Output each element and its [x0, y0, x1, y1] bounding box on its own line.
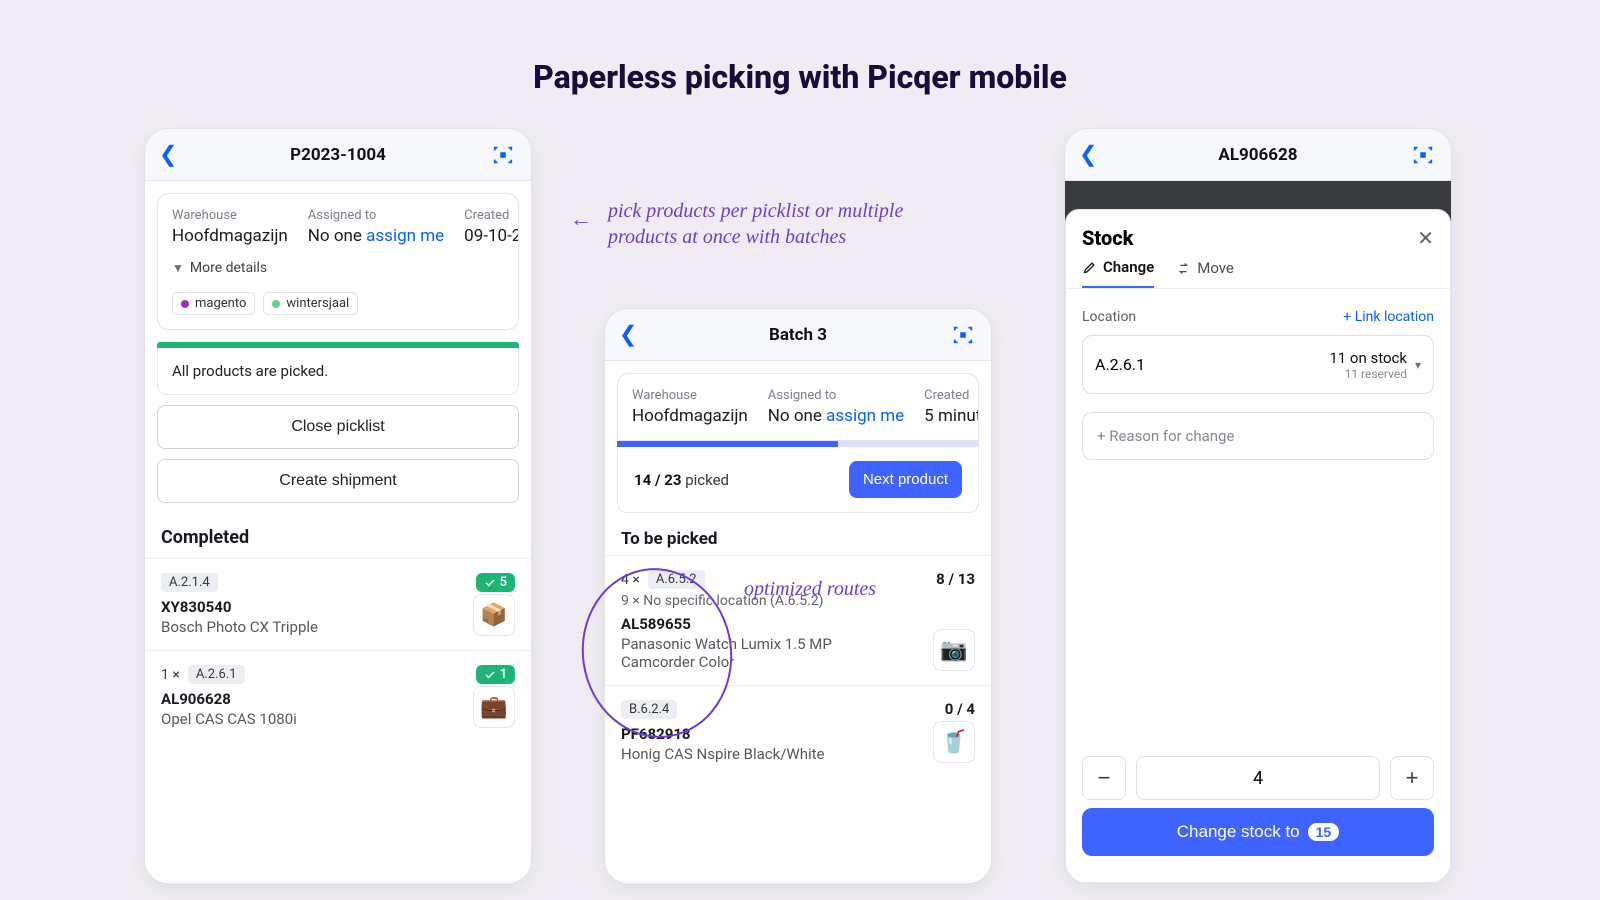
- meta-card: Warehouse Hoofdmagazijn Assigned to No o…: [617, 373, 979, 441]
- created-value: 09-10-2: [464, 226, 519, 246]
- reason-input[interactable]: + Reason for change: [1082, 412, 1434, 460]
- sku: AL589655: [621, 615, 975, 633]
- location-select[interactable]: A.2.6.1 11 on stock 11 reserved ▾: [1082, 335, 1434, 394]
- warehouse-label: Warehouse: [632, 388, 748, 403]
- create-shipment-button[interactable]: Create shipment: [157, 459, 519, 503]
- product-name: Panasonic Watch Lumix 1.5 MP Camcorder C…: [621, 635, 901, 671]
- phone-stock: ❮ AL906628 Stock ✕ Change Move: [1064, 128, 1452, 884]
- product-name: Honig CAS Nspire Black/White: [621, 745, 901, 763]
- location-value: A.2.6.1: [1095, 355, 1145, 374]
- change-stock-button[interactable]: Change stock to 15: [1082, 808, 1434, 856]
- created-label: Created: [924, 388, 979, 403]
- stepper-value[interactable]: 4: [1136, 756, 1380, 800]
- annotation-routes: optimized routes: [744, 576, 964, 602]
- location-chip: A.6.5.2: [648, 570, 705, 589]
- warehouse-value: Hoofdmagazijn: [632, 406, 748, 426]
- sku: XY830540: [161, 598, 515, 616]
- back-button[interactable]: ❮: [159, 142, 177, 167]
- link-location-button[interactable]: + Link location: [1343, 309, 1434, 325]
- annotation-batches: pick products per picklist or multiple p…: [608, 198, 948, 250]
- back-button[interactable]: ❮: [619, 322, 637, 347]
- tab-move[interactable]: Move: [1176, 258, 1234, 288]
- stock-sheet: Stock ✕ Change Move Location + Link loca…: [1065, 209, 1451, 883]
- completed-item[interactable]: A.2.1.4 5 XY830540 Bosch Photo CX Trippl…: [145, 558, 531, 650]
- chevron-down-icon: ▾: [1415, 358, 1421, 372]
- change-count-badge: 15: [1308, 823, 1340, 841]
- pencil-icon: [1082, 260, 1097, 275]
- dot-icon: [181, 300, 189, 308]
- nav-title: P2023-1004: [290, 145, 386, 165]
- chevron-down-icon: ▼: [172, 261, 184, 275]
- qty-prefix: 1 ×: [161, 667, 180, 683]
- next-product-button[interactable]: Next product: [849, 461, 962, 498]
- created-value: 5 minut: [924, 406, 979, 426]
- assigned-label: Assigned to: [308, 208, 444, 223]
- created-label: Created: [464, 208, 519, 223]
- back-button[interactable]: ❮: [1079, 142, 1097, 167]
- tag-wintersjaal[interactable]: wintersjaal: [263, 292, 358, 315]
- warehouse-label: Warehouse: [172, 208, 288, 223]
- assign-me-link[interactable]: assign me: [826, 406, 904, 426]
- assigned-label: Assigned to: [768, 388, 904, 403]
- nav-bar: ❮ P2023-1004: [145, 129, 531, 181]
- tags-row: magento wintersjaal: [172, 292, 504, 315]
- nav-title: AL906628: [1218, 145, 1297, 165]
- completed-item[interactable]: 1 × A.2.6.1 1 AL906628 Opel CAS CAS 1080…: [145, 650, 531, 742]
- product-thumb: 📦: [473, 594, 515, 636]
- close-icon[interactable]: ✕: [1417, 226, 1434, 250]
- location-chip: A.2.6.1: [188, 665, 245, 684]
- location-chip: B.6.2.4: [621, 700, 677, 719]
- sheet-title: Stock: [1082, 226, 1133, 250]
- close-picklist-button[interactable]: Close picklist: [157, 405, 519, 449]
- pick-item[interactable]: B.6.2.4 0 / 4 PF682918 Honig CAS Nspire …: [605, 685, 991, 777]
- pick-item[interactable]: 4 × A.6.5.2 8 / 13 9 × No specific locat…: [605, 555, 991, 685]
- sku: AL906628: [161, 690, 515, 708]
- arrow-icon: →: [570, 206, 592, 232]
- qty-prefix: 4 ×: [621, 572, 640, 588]
- dot-icon: [272, 300, 280, 308]
- warehouse-value: Hoofdmagazijn: [172, 226, 288, 246]
- nav-bar: ❮ Batch 3: [605, 309, 991, 361]
- reserved: 11 reserved: [1329, 367, 1407, 381]
- progress-bar: [617, 441, 979, 447]
- product-name: Bosch Photo CX Tripple: [161, 618, 441, 636]
- product-thumb: 📷: [933, 629, 975, 671]
- phone-picklist: ❮ P2023-1004 Warehouse Hoofdmagazijn Ass…: [144, 128, 532, 884]
- tag-magento[interactable]: magento: [172, 292, 255, 315]
- decrement-button[interactable]: −: [1082, 756, 1126, 800]
- meta-card: Warehouse Hoofdmagazijn Assigned to No o…: [157, 193, 519, 330]
- on-stock: 11 on stock: [1329, 349, 1407, 367]
- product-thumb: 💼: [473, 686, 515, 728]
- assigned-value: No one assign me: [308, 226, 444, 246]
- increment-button[interactable]: +: [1390, 756, 1434, 800]
- completed-title: Completed: [161, 527, 515, 548]
- picked-badge: 1: [476, 665, 515, 684]
- tab-change[interactable]: Change: [1082, 258, 1154, 288]
- product-thumb: 🥤: [933, 721, 975, 763]
- ratio: 0 / 4: [945, 700, 975, 718]
- nav-title: Batch 3: [769, 325, 827, 345]
- location-label: Location: [1082, 309, 1136, 325]
- assign-me-link[interactable]: assign me: [366, 226, 444, 246]
- scan-icon[interactable]: [949, 321, 977, 349]
- location-chip: A.2.1.4: [161, 573, 218, 592]
- product-name: Opel CAS CAS 1080i: [161, 710, 441, 728]
- done-message: All products are picked.: [157, 348, 519, 395]
- picked-badge: 5: [476, 573, 515, 592]
- sku: PF682918: [621, 725, 975, 743]
- assigned-value: No one assign me: [768, 406, 904, 426]
- nav-bar: ❮ AL906628: [1065, 129, 1451, 181]
- scan-icon[interactable]: [489, 141, 517, 169]
- swap-icon: [1176, 261, 1191, 276]
- picked-count: 14 / 23 picked: [634, 471, 729, 489]
- more-details-toggle[interactable]: ▼ More details: [172, 260, 504, 276]
- page-title: Paperless picking with Picqer mobile: [0, 0, 1600, 128]
- pick-status: 14 / 23 picked Next product: [617, 447, 979, 513]
- to-be-picked-title: To be picked: [621, 529, 975, 549]
- scan-icon[interactable]: [1409, 141, 1437, 169]
